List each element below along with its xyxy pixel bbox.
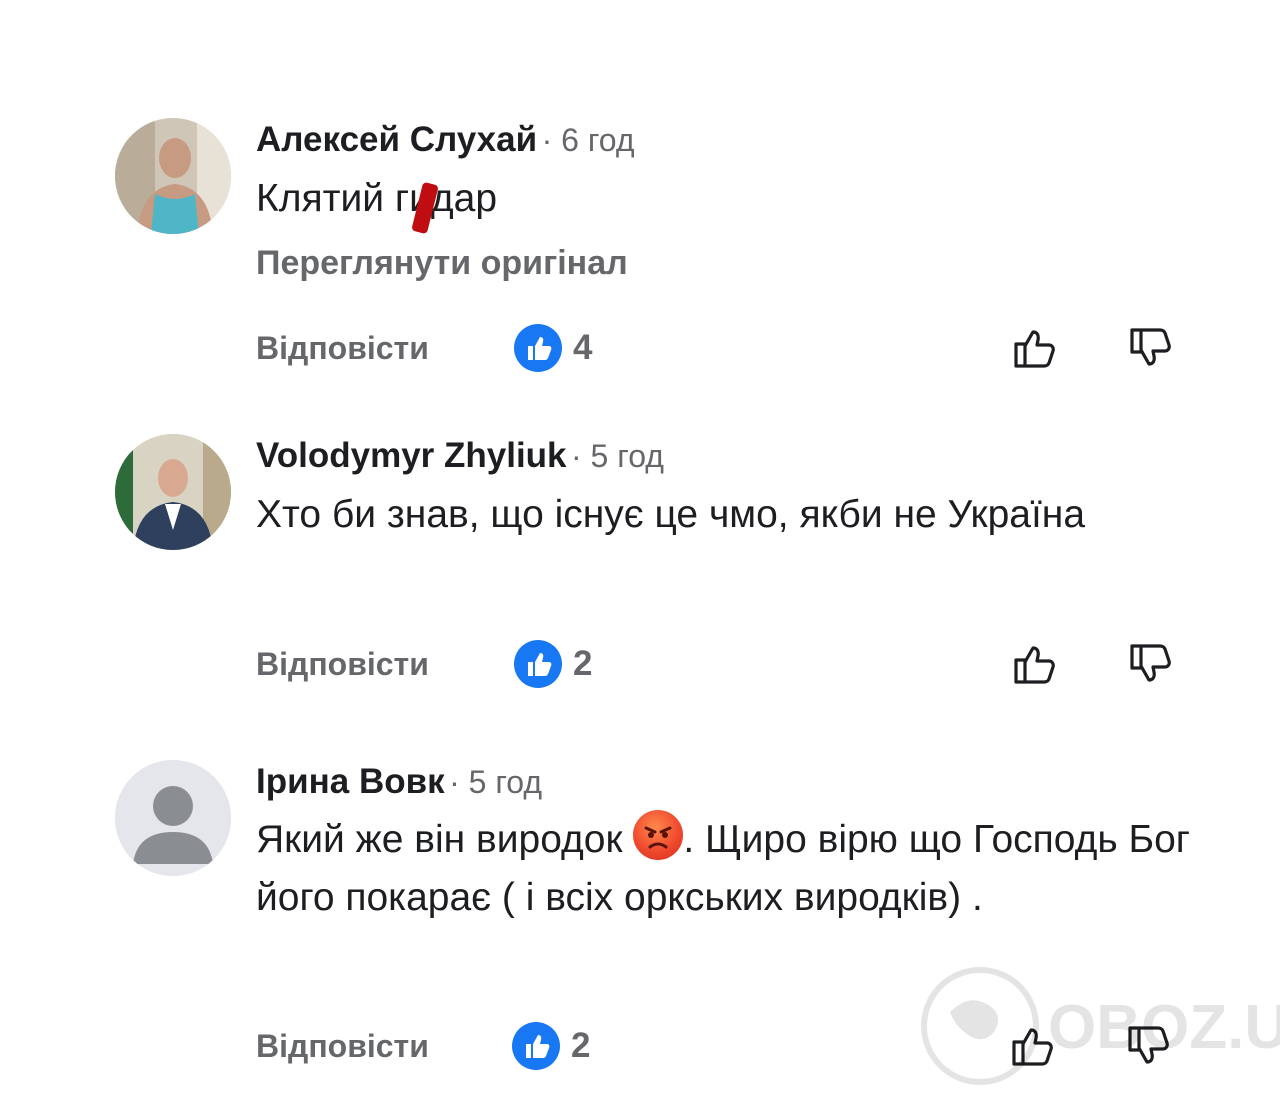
comment-header: Volodymyr Zhyliuk · 5 год: [256, 436, 664, 476]
comment-text: Який же він виродок . Щиро вірю що Госпо…: [256, 810, 1196, 927]
comment-time[interactable]: · 6 год: [542, 122, 635, 158]
avatar[interactable]: [115, 434, 231, 550]
user-photo-icon: [115, 118, 231, 234]
default-profile-icon: [115, 760, 231, 876]
angry-face-emoji: [633, 810, 684, 860]
comment-text: Клятий гидар: [256, 170, 1196, 235]
avatar[interactable]: [115, 760, 231, 876]
watermark-text: OBOZ.UA: [1048, 993, 1280, 1062]
like-reaction-icon: [512, 1022, 560, 1070]
thumbs-down-icon[interactable]: [1124, 322, 1176, 374]
comment-header: Алексей Слухай · 6 год: [256, 120, 635, 160]
thumbs-down-icon[interactable]: [1124, 638, 1176, 690]
comment-header: Ірина Вовк · 5 год: [256, 762, 542, 802]
reply-button[interactable]: Відповісти: [256, 330, 429, 367]
author-name[interactable]: Volodymyr Zhyliuk: [256, 436, 567, 475]
user-photo-icon: [115, 434, 231, 550]
reply-button[interactable]: Відповісти: [256, 646, 429, 683]
author-name[interactable]: Ірина Вовк: [256, 762, 445, 801]
like-reaction-icon: [514, 640, 562, 688]
like-count: 2: [571, 1026, 591, 1065]
comment-time[interactable]: · 5 год: [571, 438, 664, 474]
reply-button[interactable]: Відповісти: [256, 1028, 429, 1065]
like-reaction-icon: [514, 324, 562, 372]
comment-time[interactable]: · 5 год: [449, 764, 542, 800]
like-count: 2: [573, 644, 593, 683]
avatar[interactable]: [115, 118, 231, 234]
thumbs-up-icon[interactable]: [1008, 322, 1060, 374]
watermark-logo: OBOZ.UA: [920, 962, 1280, 1090]
thumbs-up-icon[interactable]: [1008, 638, 1060, 690]
author-name[interactable]: Алексей Слухай: [256, 120, 537, 159]
globe-logo-icon: OBOZ.UA: [921, 967, 1280, 1085]
comment-text: Хто би знав, що існує це чмо, якби не Ук…: [256, 493, 1086, 536]
like-count: 4: [573, 328, 593, 367]
see-original-link[interactable]: Переглянути оригінал: [256, 244, 628, 283]
